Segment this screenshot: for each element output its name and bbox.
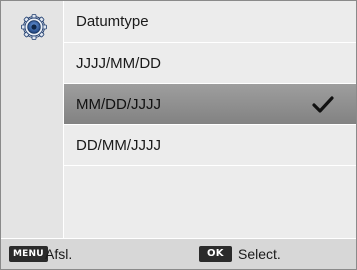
option-row-yyyy-mm-dd[interactable]: JJJJ/MM/DD bbox=[64, 43, 356, 84]
gear-icon bbox=[21, 14, 47, 40]
option-label: MM/DD/JJJJ bbox=[76, 96, 161, 113]
checkmark-icon bbox=[312, 96, 334, 113]
select-label: Select. bbox=[238, 246, 281, 262]
option-row-dd-mm-yyyy[interactable]: DD/MM/JJJJ bbox=[64, 125, 356, 166]
options-panel: Datumtype JJJJ/MM/DD MM/DD/JJJJ DD/MM/JJ… bbox=[64, 1, 356, 238]
settings-screen: Datumtype JJJJ/MM/DD MM/DD/JJJJ DD/MM/JJ… bbox=[0, 0, 357, 270]
footer-bar: MENU Afsl. OK Select. bbox=[1, 238, 356, 269]
menu-title: Datumtype bbox=[76, 13, 149, 30]
back-label: Afsl. bbox=[45, 246, 73, 262]
option-label: DD/MM/JJJJ bbox=[76, 137, 161, 154]
menu-key-icon[interactable]: MENU bbox=[9, 246, 48, 262]
option-row-mm-dd-yyyy[interactable]: MM/DD/JJJJ bbox=[64, 84, 356, 125]
option-label: JJJJ/MM/DD bbox=[76, 55, 161, 72]
ok-key-icon[interactable]: OK bbox=[199, 246, 232, 262]
sidebar bbox=[1, 1, 63, 238]
menu-header: Datumtype bbox=[64, 1, 356, 43]
